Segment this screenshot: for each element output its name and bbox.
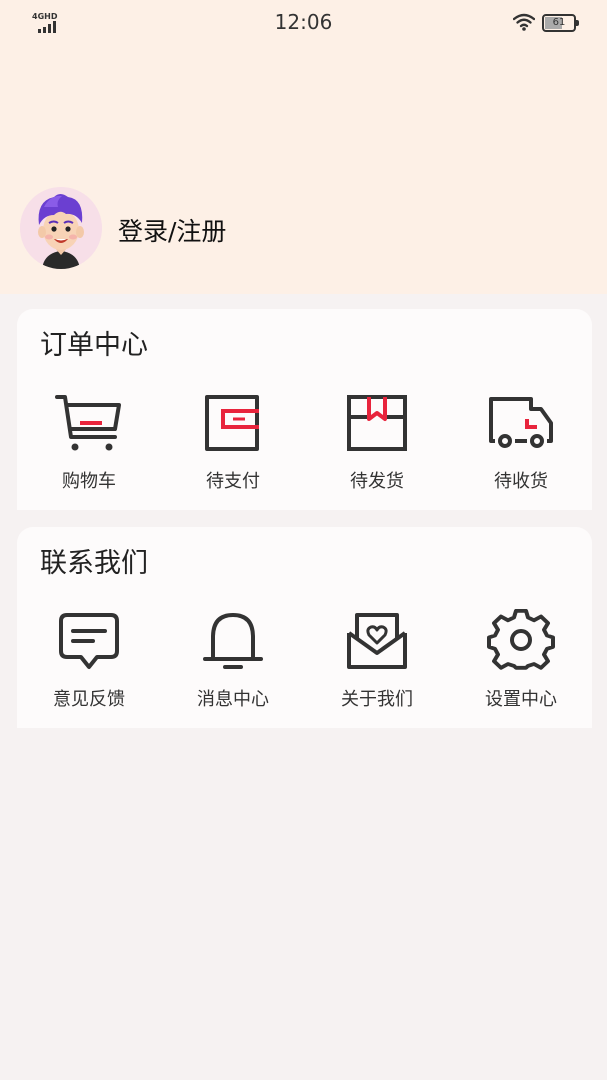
battery-icon: 61	[542, 14, 579, 32]
cart-button[interactable]: 购物车	[17, 391, 161, 493]
package-icon	[347, 395, 407, 451]
pending-payment-button[interactable]: 待支付	[161, 391, 305, 493]
message-center-button[interactable]: 消息中心	[161, 609, 305, 711]
feedback-label: 意见反馈	[53, 689, 125, 710]
contact-us-title: 联系我们	[40, 548, 148, 579]
cart-icon	[55, 395, 121, 451]
about-us-button[interactable]: 关于我们	[305, 609, 449, 711]
contact-us-card: 联系我们 意见反馈 消息中心 关于我们 设置中心	[17, 527, 592, 728]
pending-shipment-button[interactable]: 待发货	[305, 391, 449, 493]
order-center-card: 订单中心 购物车 待支付 待发货 待收货	[17, 309, 592, 510]
status-bar: 4GHD 12:06 61	[0, 0, 607, 48]
settings-center-button[interactable]: 设置中心	[449, 609, 593, 711]
profile-header: 4GHD 12:06 61 登录/注册	[0, 0, 607, 294]
wallet-icon	[205, 395, 259, 451]
avatar[interactable]	[20, 187, 102, 269]
bell-icon	[203, 612, 263, 669]
battery-level: 61	[552, 17, 566, 28]
gear-icon	[487, 609, 555, 670]
order-center-title: 订单中心	[40, 330, 148, 361]
pending-shipment-label: 待发货	[350, 471, 404, 492]
pending-payment-label: 待支付	[206, 471, 260, 492]
truck-icon	[489, 397, 553, 448]
pending-receipt-button[interactable]: 待收货	[449, 391, 593, 493]
pending-receipt-label: 待收货	[494, 471, 548, 492]
settings-center-label: 设置中心	[485, 689, 557, 710]
mail-heart-icon	[347, 613, 407, 669]
message-center-label: 消息中心	[197, 689, 269, 710]
feedback-button[interactable]: 意见反馈	[17, 609, 161, 711]
about-us-label: 关于我们	[341, 689, 413, 710]
wifi-icon	[513, 13, 535, 31]
login-register-link[interactable]: 登录/注册	[118, 212, 226, 248]
cart-label: 购物车	[62, 471, 116, 492]
feedback-icon	[59, 613, 119, 669]
